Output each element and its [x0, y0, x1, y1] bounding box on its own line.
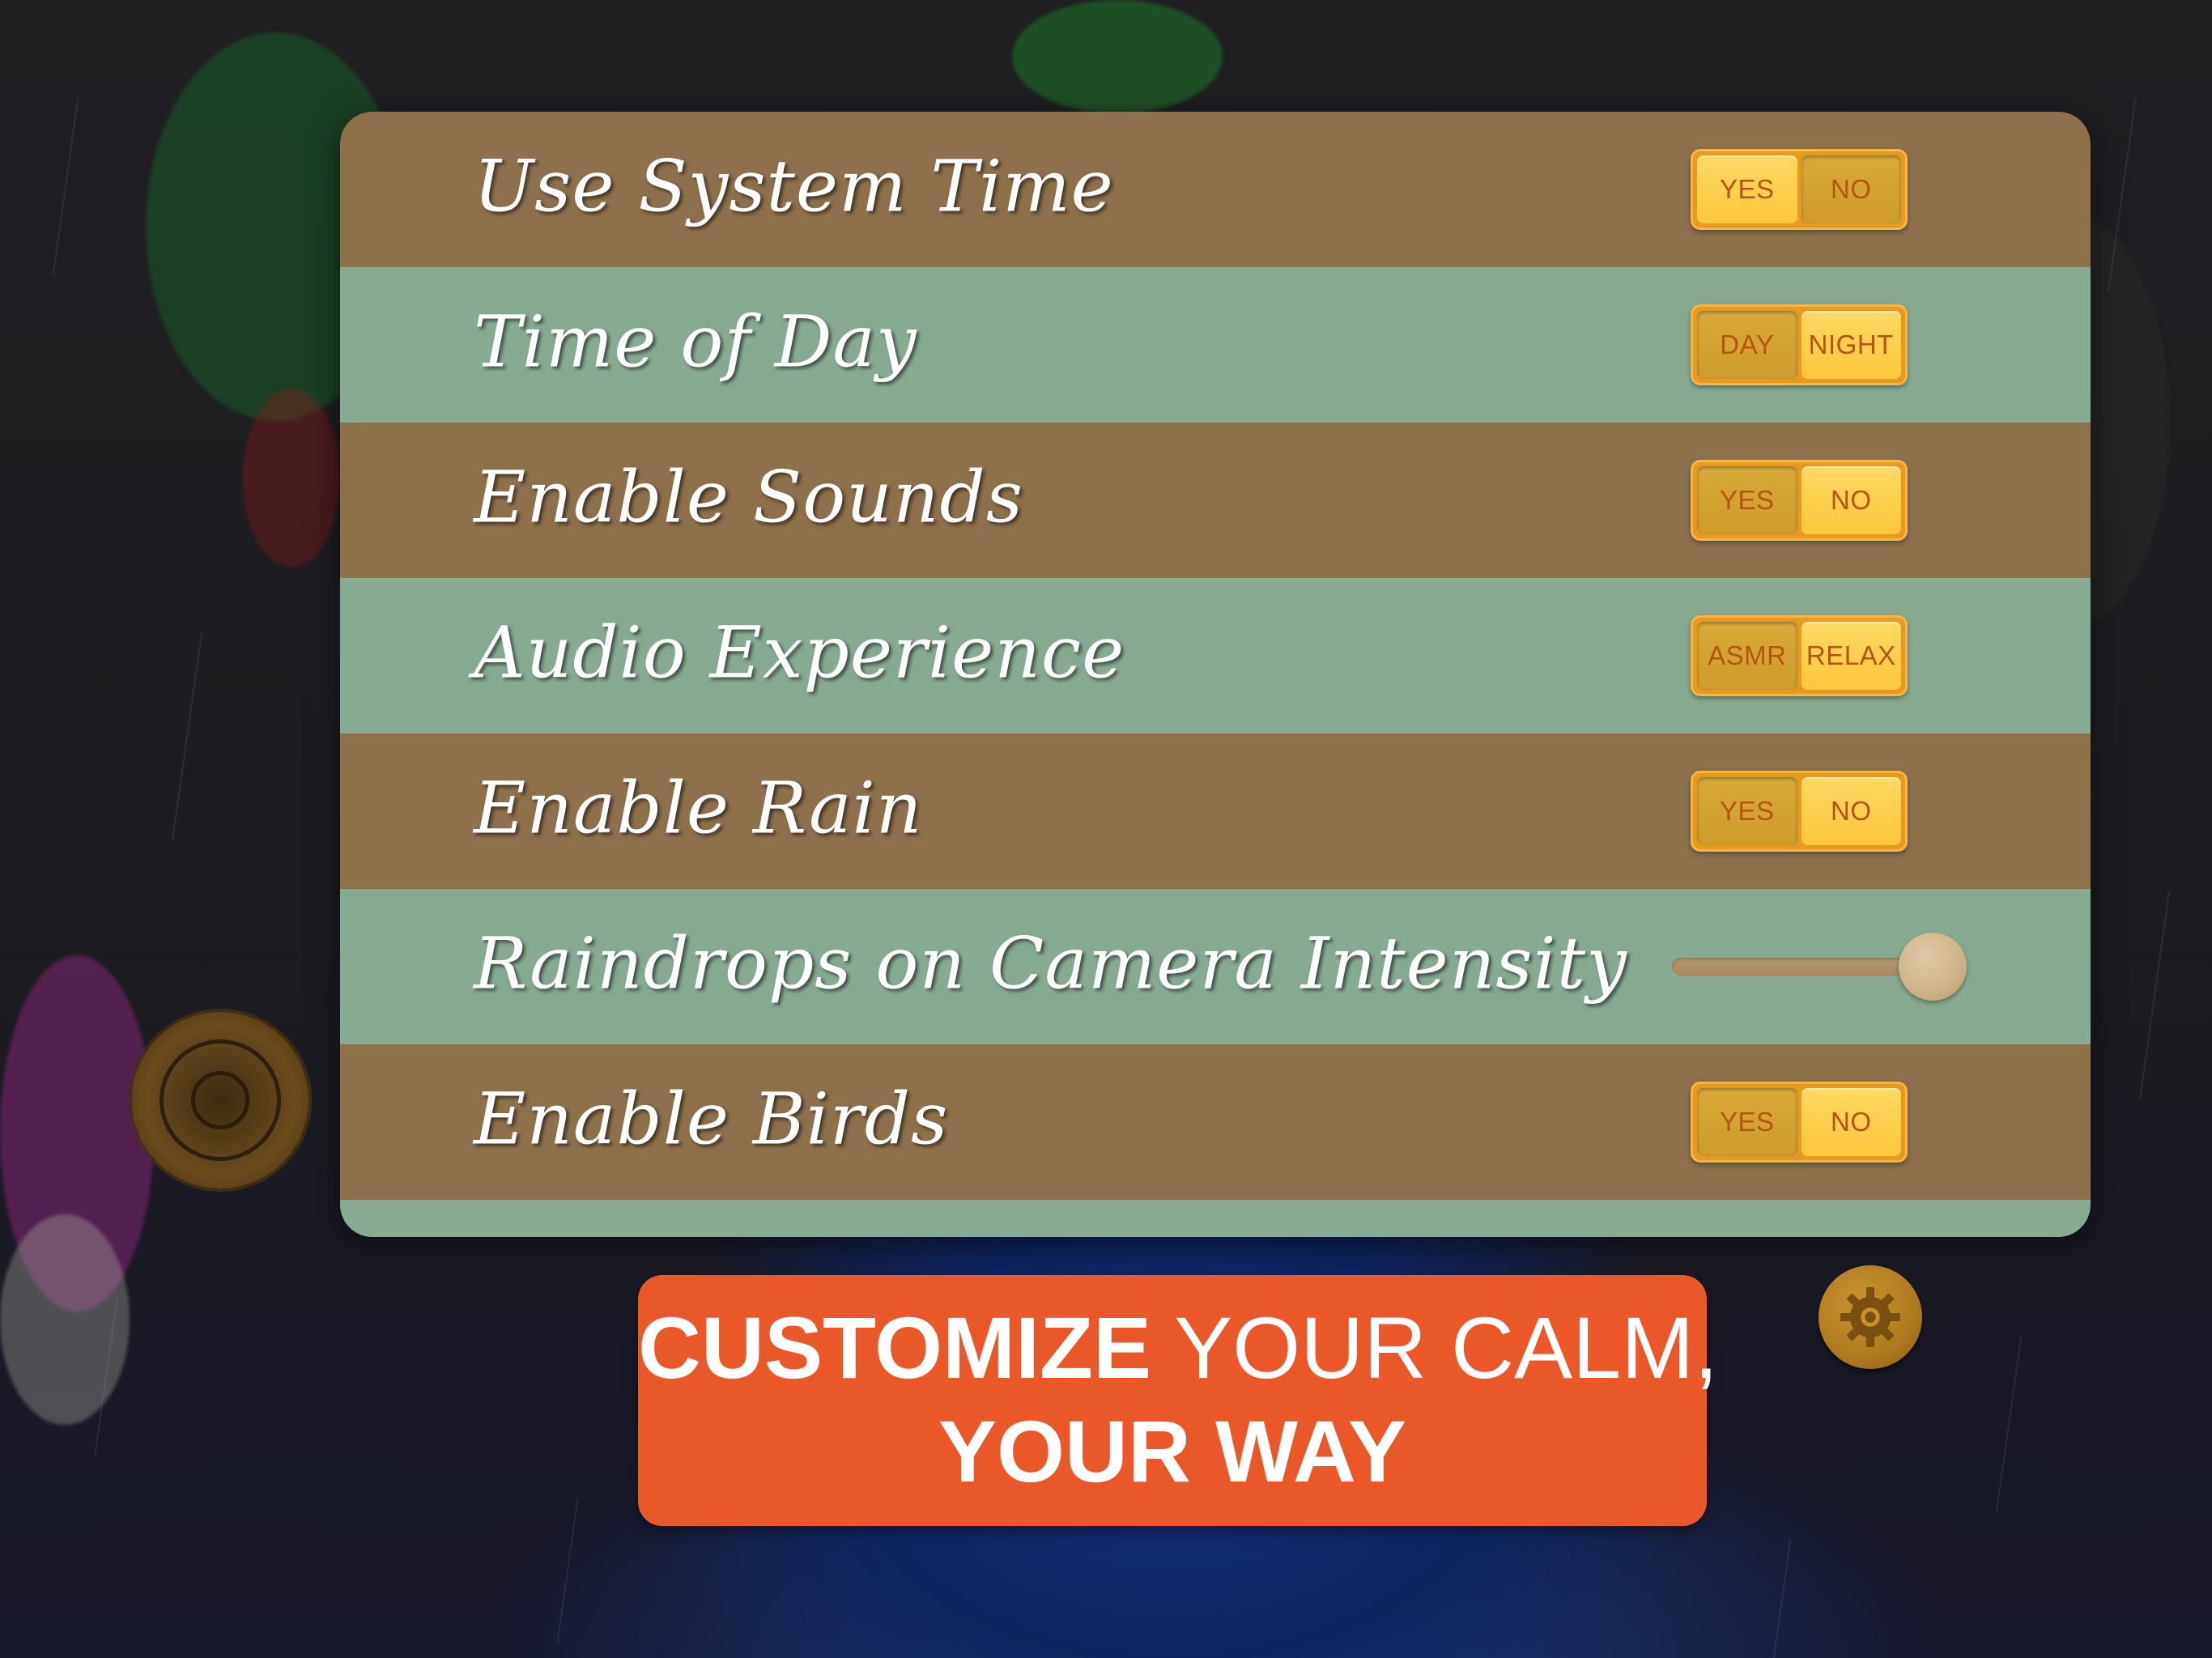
toggle-option-no[interactable]: NO: [1801, 1088, 1901, 1156]
promo-line-2: YOUR WAY: [938, 1402, 1407, 1500]
settings-gear-button[interactable]: [1819, 1265, 1922, 1369]
rain-streak: [1772, 1538, 1792, 1658]
setting-label: Raindrops on Camera Intensity: [474, 921, 1627, 1005]
rain-streak: [2138, 891, 2171, 1100]
rain-streak: [556, 1498, 579, 1643]
enable-birds-toggle[interactable]: YES NO: [1691, 1082, 1908, 1163]
joystick-center: [191, 1071, 249, 1129]
toggle-option-no[interactable]: NO: [1801, 466, 1901, 534]
enable-sounds-toggle[interactable]: YES NO: [1691, 460, 1908, 541]
promo-line-1: CUSTOMIZE YOUR CALM,: [638, 1299, 1718, 1397]
toggle-option-day[interactable]: DAY: [1697, 311, 1797, 379]
toggle-option-yes[interactable]: YES: [1697, 1088, 1797, 1156]
setting-row-raindrops-intensity: Raindrops on Camera Intensity: [340, 889, 2091, 1044]
background-foliage: [1012, 0, 1223, 113]
setting-label: Enable Rain: [474, 766, 923, 850]
rain-streak: [1995, 1336, 2023, 1514]
toggle-option-night[interactable]: NIGHT: [1801, 311, 1901, 379]
toggle-option-asmr[interactable]: ASMR: [1697, 622, 1797, 690]
background-flowers: [0, 1214, 130, 1425]
gear-icon: [1840, 1287, 1900, 1347]
setting-label: Enable Birds: [474, 1077, 949, 1161]
slider-thumb[interactable]: [1899, 933, 1967, 1001]
enable-rain-toggle[interactable]: YES NO: [1691, 771, 1908, 852]
use-system-time-toggle[interactable]: YES NO: [1691, 149, 1908, 230]
setting-label: Use System Time: [474, 144, 1114, 228]
promo-banner: CUSTOMIZE YOUR CALM, YOUR WAY: [638, 1275, 1718, 1526]
setting-row-use-system-time: Use System Time YES NO: [340, 112, 2091, 267]
raindrops-intensity-slider[interactable]: [1656, 930, 1972, 1003]
setting-row-enable-birds: Enable Birds YES NO: [340, 1044, 2091, 1200]
setting-row-audio-experience: Audio Experience ASMR RELAX: [340, 578, 2091, 733]
rain-streak: [171, 632, 203, 841]
joystick-icon[interactable]: [132, 1012, 308, 1188]
setting-row-enable-sounds: Enable Sounds YES NO: [340, 423, 2091, 578]
settings-panel: Use System Time YES NO Time of Day DAY N…: [340, 112, 2091, 1237]
setting-row-time-of-day: Time of Day DAY NIGHT: [340, 267, 2091, 423]
setting-row-partial: [340, 1200, 2091, 1237]
toggle-option-relax[interactable]: RELAX: [1801, 622, 1901, 690]
promo-text: YOUR CALM,: [1151, 1299, 1719, 1397]
audio-experience-toggle[interactable]: ASMR RELAX: [1691, 615, 1908, 696]
setting-label: Audio Experience: [474, 610, 1125, 695]
toggle-option-no[interactable]: NO: [1801, 155, 1901, 223]
toggle-option-yes[interactable]: YES: [1697, 466, 1797, 534]
rain-streak: [52, 97, 79, 275]
background-foliage: [243, 389, 340, 567]
setting-label: Time of Day: [474, 300, 917, 384]
promo-emphasis: CUSTOMIZE: [638, 1299, 1152, 1397]
toggle-option-yes[interactable]: YES: [1697, 777, 1797, 845]
setting-row-enable-rain: Enable Rain YES NO: [340, 733, 2091, 889]
toggle-option-no[interactable]: NO: [1801, 777, 1901, 845]
time-of-day-toggle[interactable]: DAY NIGHT: [1691, 304, 1908, 385]
toggle-option-yes[interactable]: YES: [1697, 155, 1797, 223]
setting-label: Enable Sounds: [474, 455, 1024, 539]
